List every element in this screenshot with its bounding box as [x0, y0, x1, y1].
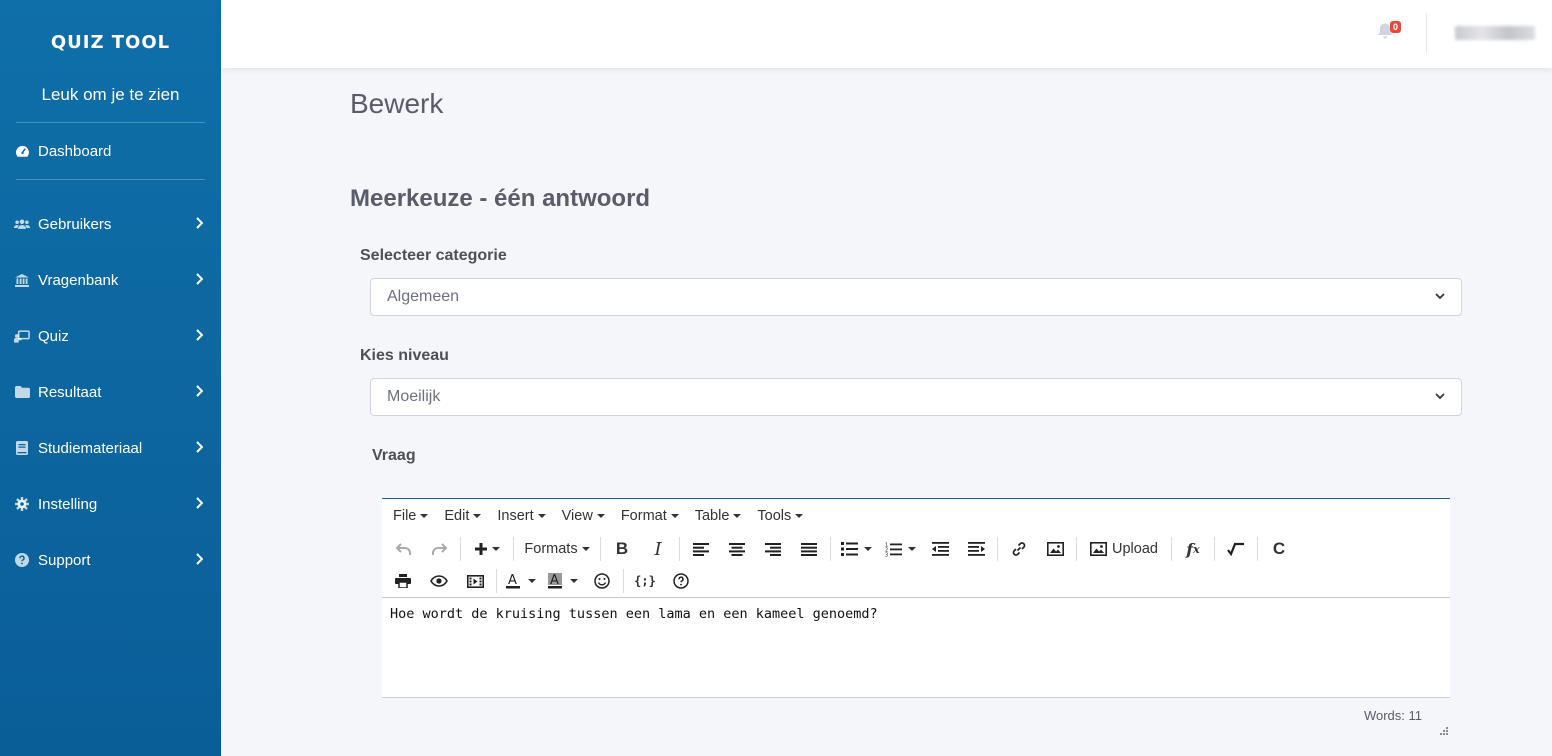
editor-menubar: File Edit Insert View Format Table Tools — [382, 499, 1450, 533]
sidebar-item-label: Support — [38, 551, 91, 569]
text-color-icon[interactable]: A — [500, 567, 542, 595]
editor-toolbar-row1: Formats B I 123 Upload f x C — [382, 533, 1450, 565]
sidebar-item-label: Resultaat — [38, 383, 102, 401]
rich-text-editor: File Edit Insert View Format Table Tools… — [382, 498, 1450, 740]
align-justify-icon[interactable] — [791, 535, 827, 563]
welcome-text: Leuk om je te zien — [41, 85, 180, 104]
sidebar-item-resultaat[interactable]: Resultaat — [0, 364, 221, 420]
tachometer-icon — [14, 143, 30, 159]
sidebar: QUIZ TOOL Leuk om je te zien Dashboard G… — [0, 0, 221, 756]
link-icon[interactable] — [1001, 535, 1037, 563]
users-icon — [14, 216, 30, 232]
chemistry-icon[interactable]: C — [1261, 535, 1297, 563]
level-select[interactable]: Moeilijk — [370, 378, 1462, 416]
sidebar-item-vragenbank[interactable]: Vragenbank — [0, 252, 221, 308]
preview-eye-icon[interactable] — [421, 567, 457, 595]
user-name-blurred[interactable] — [1455, 26, 1535, 40]
undo-icon[interactable] — [385, 535, 421, 563]
menu-table[interactable]: Table — [687, 508, 750, 524]
question-text: Hoe wordt de kruising tussen een lama en… — [390, 606, 878, 622]
numbered-list-icon[interactable]: 123 — [878, 535, 922, 563]
editor-statusbar: Words: 11 — [382, 698, 1450, 736]
book-icon — [14, 440, 30, 456]
chevron-right-icon — [195, 384, 204, 400]
menu-format[interactable]: Format — [613, 508, 687, 524]
square-root-icon[interactable] — [1218, 535, 1254, 563]
question-circle-icon — [14, 552, 30, 568]
chevron-right-icon — [195, 552, 204, 568]
sidebar-item-gebruikers[interactable]: Gebruikers — [0, 196, 221, 252]
upload-button[interactable]: Upload — [1080, 535, 1168, 563]
menu-insert[interactable]: Insert — [489, 508, 553, 524]
upload-label: Upload — [1112, 541, 1158, 557]
insert-plus-icon[interactable] — [464, 535, 510, 563]
category-label: Selecteer categorie — [360, 247, 507, 264]
outdent-icon[interactable] — [922, 535, 958, 563]
menu-edit[interactable]: Edit — [436, 508, 489, 524]
formula-icon[interactable]: fx — [1175, 535, 1211, 563]
sidebar-item-support[interactable]: Support — [0, 532, 221, 588]
sidebar-item-studiemateriaal[interactable]: Studiemateriaal — [0, 420, 221, 476]
editor-content-area[interactable]: Hoe wordt de kruising tussen een lama en… — [382, 597, 1450, 698]
brand-logo[interactable]: QUIZ TOOL — [0, 0, 221, 84]
notification-badge: 0 — [1390, 21, 1402, 33]
section-title: Meerkeuze - één antwoord — [350, 185, 651, 212]
bank-icon — [14, 272, 30, 288]
word-count: Words: 11 — [1363, 708, 1422, 723]
media-icon[interactable] — [457, 567, 493, 595]
topbar: 0 — [221, 0, 1552, 68]
sidebar-item-dashboard[interactable]: Dashboard — [0, 123, 221, 179]
redo-icon[interactable] — [421, 535, 457, 563]
italic-icon[interactable]: I — [640, 535, 676, 563]
emoticon-icon[interactable] — [584, 567, 620, 595]
bullet-list-icon[interactable] — [834, 535, 878, 563]
sidebar-item-quiz[interactable]: Quiz — [0, 308, 221, 364]
svg-text:A: A — [550, 573, 559, 588]
sidebar-item-label: Studiemateriaal — [38, 439, 143, 457]
svg-text:3: 3 — [885, 552, 888, 557]
sidebar-item-instelling[interactable]: Instelling — [0, 476, 221, 532]
print-icon[interactable] — [385, 567, 421, 595]
editor-toolbar-row2: A A {;} — [382, 565, 1450, 597]
menu-view[interactable]: View — [554, 508, 613, 524]
menu-file[interactable]: File — [385, 508, 436, 524]
category-select[interactable]: Algemeen — [370, 278, 1462, 316]
sidebar-item-label: Dashboard — [38, 142, 112, 160]
svg-text:A: A — [508, 573, 517, 588]
align-center-icon[interactable] — [719, 535, 755, 563]
resize-handle-icon[interactable] — [1438, 722, 1448, 735]
bold-icon[interactable]: B — [604, 535, 640, 563]
indent-icon[interactable] — [958, 535, 994, 563]
background-color-icon[interactable]: A — [542, 567, 584, 595]
chevron-down-icon — [1435, 291, 1445, 303]
sidebar-item-label: Instelling — [38, 495, 98, 513]
menu-tools[interactable]: Tools — [749, 508, 811, 524]
chevron-right-icon — [195, 496, 204, 512]
topbar-divider — [1426, 13, 1427, 53]
sidebar-item-label: Gebruikers — [38, 215, 112, 233]
level-label: Kies niveau — [360, 347, 449, 364]
align-right-icon[interactable] — [755, 535, 791, 563]
page-title: Bewerk — [350, 88, 444, 119]
level-select-value: Moeilijk — [387, 388, 441, 405]
chevron-right-icon — [195, 272, 204, 288]
sidebar-item-label: Quiz — [38, 327, 69, 345]
folder-icon — [14, 384, 30, 400]
image-icon[interactable] — [1037, 535, 1073, 563]
category-select-value: Algemeen — [387, 288, 460, 305]
chevron-right-icon — [195, 328, 204, 344]
chevron-right-icon — [195, 216, 204, 232]
sidebar-item-label: Vragenbank — [38, 271, 119, 289]
formats-label: Formats — [524, 541, 578, 557]
gear-icon — [14, 496, 30, 512]
template-icon[interactable]: {;} — [627, 567, 663, 595]
align-left-icon[interactable] — [683, 535, 719, 563]
help-icon[interactable] — [663, 567, 699, 595]
question-label: Vraag — [372, 447, 416, 464]
chevron-right-icon — [195, 440, 204, 456]
chalkboard-icon — [14, 328, 30, 344]
formats-dropdown[interactable]: Formats — [517, 535, 597, 563]
chevron-down-icon — [1435, 391, 1445, 403]
